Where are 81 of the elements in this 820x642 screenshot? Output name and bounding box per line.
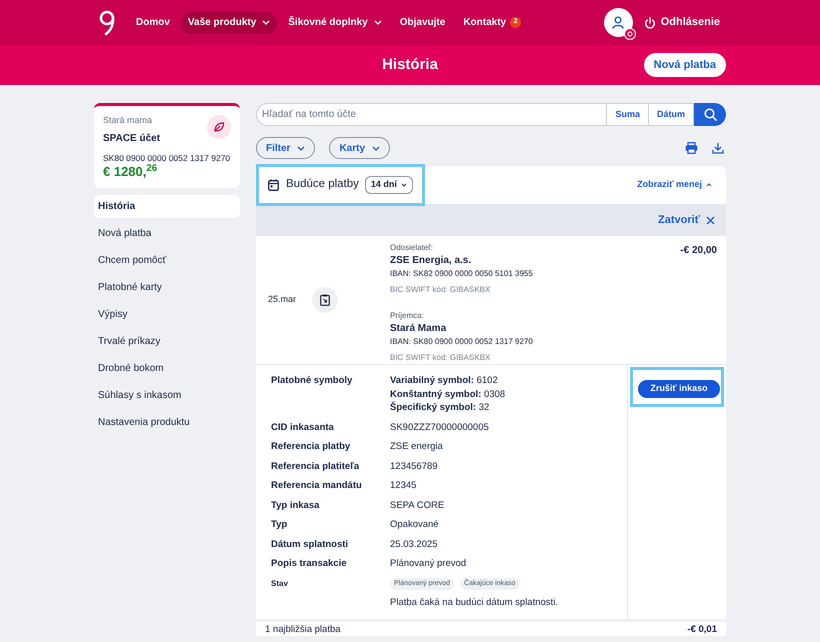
chevron-icon (400, 183, 407, 187)
detail-label: Popis transakcie (271, 557, 348, 570)
party-iban: IBAN: SK80 0900 0000 0052 1317 9270 (390, 336, 534, 348)
detail-value: Plánovaný prevod (390, 557, 466, 570)
logout-button[interactable]: Odhlásenie (644, 14, 720, 31)
filter-dropdown[interactable]: Karty (329, 137, 390, 159)
party-bic: BIC SWIFT kód: GIBASKBX (390, 352, 492, 364)
symbol-line: Variabilný symbol: 6102 (390, 374, 499, 388)
detail-label: Dátum splatnosti (271, 538, 350, 551)
total-amount: -€ 0,01 (687, 623, 717, 637)
party-bic: BIC SWIFT kód: GIBASKBX (390, 284, 492, 296)
symbol-line: Špecifický symbol: 32 (390, 401, 490, 414)
filter-dropdown[interactable]: Filter (256, 137, 316, 159)
detail-label: Referencia platby (271, 440, 352, 454)
cancel-direct-debit-button[interactable]: Zrušiť inkaso (638, 380, 720, 398)
party-iban: IBAN: SK82 0900 0000 0050 5101 3955 (390, 268, 534, 280)
detail-label: Referencia platiteľa (271, 460, 360, 473)
detail-label: Typ (271, 518, 288, 532)
account-card[interactable]: Stará mama SPACE účet SK80 0900 0000 0052 1317 9270 € 1280,$^{26}$ (94, 103, 240, 188)
detail-value: SK90ZZZ70000000005 (390, 420, 489, 434)
sidebar-item[interactable]: Výpisy (94, 303, 240, 326)
detail-label: Referencia mandátu (271, 479, 363, 492)
party-label: Odosielateľ: (390, 242, 434, 253)
account-name: SPACE účet (103, 132, 160, 146)
detail-value: SEPA CORE (390, 498, 444, 512)
sidebar-item[interactable]: História (94, 195, 240, 218)
search-field[interactable]: Hľadať na tomto účte (256, 103, 608, 126)
nav-item[interactable]: Objavujte (392, 12, 452, 34)
transaction-date: 25.mar (267, 293, 298, 306)
detail-value: 12345 (390, 479, 416, 492)
show-less-button[interactable]: Zobraziť menej (637, 178, 712, 192)
party-label: Príjemca: (390, 310, 425, 321)
account-balance: € 1280,$^{26}$ (103, 164, 158, 180)
search-button[interactable] (694, 103, 726, 126)
chevron-up-icon (706, 183, 712, 187)
detail-value: 123456789 (390, 460, 438, 473)
search-option-button[interactable]: Dátum (648, 103, 694, 126)
logo-icon[interactable] (99, 10, 115, 36)
party-name: ZSE Energia, a.s. (390, 254, 472, 268)
account-iban: SK80 0900 0000 0052 1317 9270 (103, 152, 231, 164)
sidebar-item[interactable]: Drobné bokom (94, 357, 240, 380)
clipboard-icon (312, 287, 338, 313)
new-payment-button[interactable]: Nová platba (644, 53, 726, 77)
power-icon (644, 16, 656, 28)
detail-label: Stav (271, 578, 289, 590)
status-note: Platba čaká na budúci dátum splatnosti. (390, 596, 558, 609)
sidebar-item[interactable]: Platobné karty (94, 276, 240, 300)
chevron-icon (372, 146, 380, 150)
chevron-icon (297, 146, 306, 150)
party-name: Stará Mama (390, 322, 448, 336)
nav-item[interactable]: Domov (129, 12, 177, 34)
period-dropdown[interactable]: 14 dní (364, 176, 413, 194)
search-option-button[interactable]: Suma (607, 103, 649, 126)
account-owner: Stará mama (103, 114, 152, 127)
avatar-button[interactable] (604, 8, 633, 37)
payment-count: 1 najbližšia platba (265, 623, 341, 637)
sidebar-item[interactable]: Súhlasy s inkasom (94, 384, 240, 408)
nav-item[interactable]: Vaše produkty (180, 12, 278, 34)
print-icon[interactable] (685, 142, 698, 154)
close-button[interactable]: Zatvoriť (658, 212, 715, 228)
nav-item[interactable]: Šikovné doplnky (281, 12, 389, 34)
detail-label: CID inkasanta (271, 420, 335, 434)
download-icon[interactable] (712, 142, 724, 154)
sidebar-item[interactable]: Nová platba (94, 222, 240, 246)
detail-value: Opakované (390, 518, 439, 532)
sidebar-item[interactable]: Chcem pomôcť (94, 249, 240, 272)
sidebar-item[interactable]: Nastavenia produktu (94, 411, 240, 434)
symbol-line: Konštantný symbol: 0308 (390, 388, 506, 401)
leaf-icon (207, 115, 231, 139)
section-title: Budúce platby (286, 177, 359, 192)
person-icon (612, 16, 624, 29)
detail-value: ZSE energia (390, 440, 443, 454)
close-icon (706, 216, 715, 224)
search-icon (704, 108, 716, 121)
sidebar-item[interactable]: Trvalé príkazy (94, 330, 240, 354)
transaction-amount: -€ 20,00 (680, 244, 718, 258)
page-title: História (382, 54, 438, 75)
detail-label: Platobné symboly (271, 374, 354, 388)
detail-value: 25.03.2025 (390, 538, 438, 551)
calendar-icon (268, 179, 279, 191)
detail-label: Typ inkasa (271, 498, 320, 512)
